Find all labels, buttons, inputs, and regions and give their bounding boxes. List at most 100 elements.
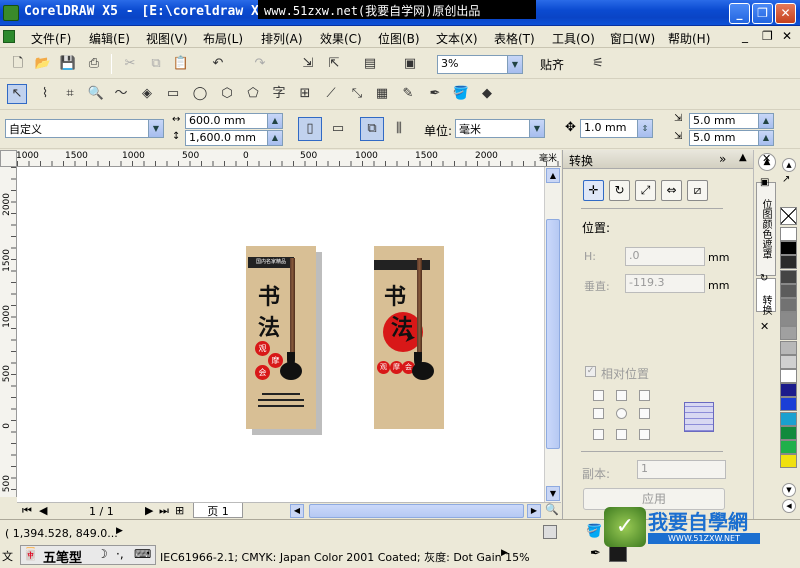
h-position-field[interactable]: .0 — [625, 247, 705, 266]
color-swatch[interactable] — [780, 269, 797, 284]
color-swatch[interactable] — [780, 425, 797, 440]
width-spinner[interactable]: ▲ — [267, 114, 282, 128]
anchor-bl[interactable] — [593, 429, 604, 440]
color-swatch[interactable] — [780, 283, 797, 298]
dup-x-spinner[interactable]: ▲ — [758, 114, 773, 128]
duplicate-x-field[interactable]: 5.0 mm ▲ — [689, 113, 774, 129]
coreldraw-app-icon[interactable] — [3, 5, 19, 21]
outline-indicator-icon[interactable]: ✒ — [590, 546, 601, 561]
color-swatch[interactable] — [780, 454, 797, 469]
menu-view[interactable]: 视图(V) — [146, 30, 188, 47]
h-scroll-thumb[interactable] — [309, 504, 524, 518]
all-pages-icon[interactable]: ⧉ — [360, 117, 384, 141]
ruler-origin[interactable] — [0, 150, 17, 167]
color-swatch[interactable] — [780, 340, 797, 355]
anchor-ml[interactable] — [593, 408, 604, 419]
portrait-icon[interactable]: ▯ — [298, 117, 322, 141]
docker-collapse-icon[interactable]: ▲ — [739, 152, 747, 163]
height-spinner[interactable]: ▲ — [267, 131, 282, 145]
color-swatch[interactable] — [780, 383, 797, 398]
menu-tools[interactable]: 工具(O) — [552, 30, 595, 47]
color-swatch[interactable] — [780, 440, 797, 454]
scroll-thumb[interactable] — [546, 219, 560, 449]
color-swatch[interactable] — [780, 227, 797, 241]
punctuation-icon[interactable]: ·, — [116, 547, 124, 561]
menu-text[interactable]: 文本(X) — [436, 30, 478, 47]
coords-arrow-icon[interactable]: ▶ — [116, 526, 123, 536]
units-select[interactable]: 毫米 ▼ — [455, 119, 545, 138]
anchor-bc[interactable] — [616, 429, 627, 440]
export-icon[interactable]: ⇱ — [324, 54, 344, 74]
snap-to-button[interactable]: 贴齐 — [540, 56, 564, 73]
half-width-icon[interactable]: ☽ — [97, 547, 108, 561]
relative-position-checkbox[interactable]: ✓ — [585, 366, 596, 377]
soft-keyboard-icon[interactable]: ⌨ — [134, 547, 151, 561]
anchor-tr[interactable] — [639, 390, 650, 401]
blend-tool-icon[interactable]: ▦ — [372, 84, 392, 104]
import-icon[interactable]: ⇲ — [298, 54, 318, 74]
smart-fill-icon[interactable]: ◈ — [137, 84, 157, 104]
docker-close-x-icon[interactable]: ✕ — [762, 152, 771, 165]
open-folder-icon[interactable]: 📂 — [33, 54, 53, 74]
outline-pen-icon[interactable]: ✒ — [425, 84, 445, 104]
color-swatch[interactable] — [780, 411, 797, 426]
close-button[interactable]: ✕ — [775, 3, 796, 24]
menu-help[interactable]: 帮助(H) — [668, 30, 710, 47]
page-width-field[interactable]: 600.0 mm ▲ — [185, 113, 283, 129]
zoom-navigator-icon[interactable]: 🔍 — [545, 503, 559, 516]
menu-table[interactable]: 表格(T) — [494, 30, 535, 47]
last-page-icon[interactable]: ⏭ — [159, 504, 169, 518]
rectangle-tool-icon[interactable]: ▭ — [163, 84, 183, 104]
page-height-field[interactable]: 1,600.0 mm ▲ — [185, 130, 283, 146]
connector-tool-icon[interactable]: ⤡ — [347, 84, 367, 104]
page-tab-1[interactable]: 页 1 — [193, 503, 243, 518]
vertical-ruler[interactable]: 2000 1500 1000 500 0 500 — [0, 167, 17, 497]
doc-restore-button[interactable]: ❐ — [762, 29, 773, 43]
menu-window[interactable]: 窗口(W) — [610, 30, 655, 47]
vertical-scrollbar[interactable]: ▲ ▼ — [544, 167, 561, 502]
undo-icon[interactable]: ↶ — [208, 54, 228, 74]
anchor-mr[interactable] — [639, 408, 650, 419]
chevron-down-icon[interactable]: ▼ — [148, 120, 163, 137]
zoom-level-select[interactable]: 3% ▼ — [437, 55, 523, 74]
scroll-right-arrow[interactable]: ▶ — [527, 504, 541, 518]
doc-minimize-button[interactable]: _ — [742, 29, 748, 43]
freehand-tool-icon[interactable]: 〜 — [111, 84, 131, 104]
next-page-icon[interactable]: ▶ — [145, 504, 153, 517]
scroll-left-arrow[interactable]: ◀ — [290, 504, 304, 518]
page-size-select[interactable]: 自定义 ▼ — [5, 119, 164, 138]
shape-tool-icon[interactable]: ⌇ — [35, 84, 55, 104]
color-swatch[interactable] — [780, 354, 797, 369]
card-left[interactable]: 国内名家精品 书 法 观 摩 会 — [246, 246, 316, 429]
docker-close-icon[interactable]: ✕ — [760, 320, 769, 333]
dup-y-spinner[interactable]: ▲ — [758, 131, 773, 145]
menu-file[interactable]: 文件(F) — [31, 30, 71, 47]
cut-icon[interactable]: ✂ — [120, 54, 140, 74]
prev-page-icon[interactable]: ◀ — [39, 504, 47, 517]
text-tool-icon[interactable]: 字 — [269, 84, 289, 104]
interactive-fill-icon[interactable]: ◆ — [477, 84, 497, 104]
palette-scroll-down-icon[interactable]: ▼ — [782, 483, 796, 497]
size-mode-icon[interactable]: ⇔ — [661, 180, 682, 201]
redo-icon[interactable]: ↷ — [250, 54, 270, 74]
maximize-button[interactable]: ❐ — [752, 3, 773, 24]
docker-expand-icon[interactable]: » — [719, 152, 726, 166]
menu-arrange[interactable]: 排列(A) — [261, 30, 303, 47]
first-page-icon[interactable]: ⏮ — [22, 504, 32, 518]
eyedropper-icon[interactable]: ✎ — [398, 84, 418, 104]
landscape-icon[interactable]: ▭ — [326, 117, 350, 141]
crop-tool-icon[interactable]: ⌗ — [60, 84, 80, 104]
color-swatch[interactable] — [780, 397, 797, 412]
menu-layout[interactable]: 布局(L) — [203, 30, 243, 47]
copy-icon[interactable]: ⧉ — [146, 54, 166, 74]
polygon-tool-icon[interactable]: ⬡ — [217, 84, 237, 104]
anchor-tc[interactable] — [616, 390, 627, 401]
color-swatch[interactable] — [780, 326, 797, 341]
color-swatch[interactable] — [780, 255, 797, 270]
doc-close-button[interactable]: ✕ — [782, 29, 792, 43]
color-swatch[interactable] — [780, 312, 797, 327]
chevron-down-icon[interactable]: ▼ — [507, 56, 522, 73]
nudge-distance-field[interactable]: 1.0 mm ⇕ — [580, 119, 653, 138]
nudge-spinner[interactable]: ⇕ — [637, 120, 652, 137]
options-icon[interactable]: ⚟ — [588, 54, 608, 74]
